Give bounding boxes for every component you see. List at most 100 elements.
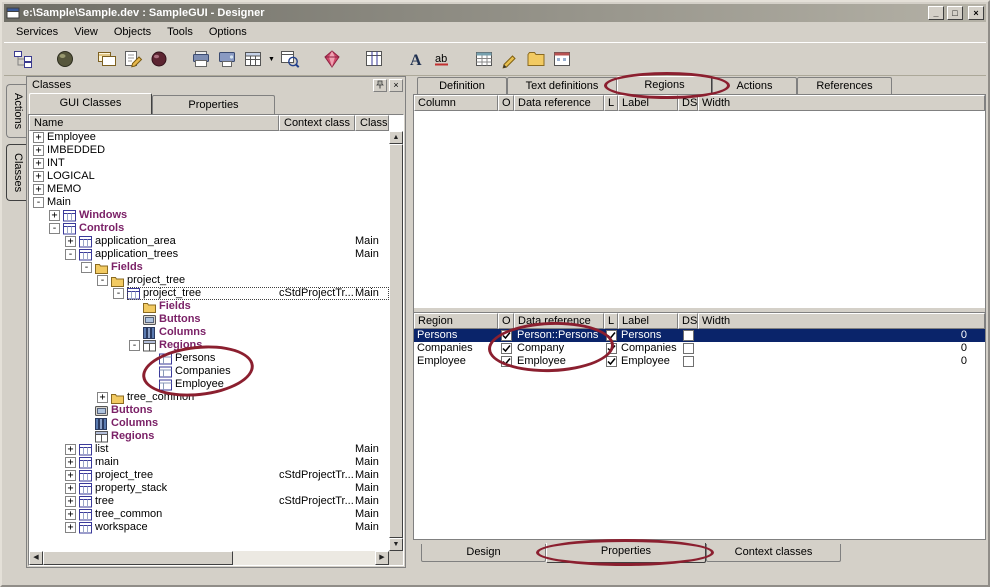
- expand-icon[interactable]: +: [65, 457, 76, 468]
- tab-gui-classes[interactable]: GUI Classes: [29, 93, 152, 114]
- column-header-data-reference[interactable]: Data reference: [514, 313, 604, 329]
- tree-item-columns[interactable]: Columns: [29, 417, 389, 430]
- column-header-data-reference[interactable]: Data reference: [514, 95, 604, 111]
- tree-item-application-trees[interactable]: -application_treesMain: [29, 248, 389, 261]
- expand-icon[interactable]: +: [33, 171, 44, 182]
- tree-item-list[interactable]: +listMain: [29, 443, 389, 456]
- tree-vertical-scrollbar[interactable]: ▲ ▼: [389, 131, 403, 551]
- horizontal-scroll-track[interactable]: [233, 551, 375, 565]
- menu-objects[interactable]: Objects: [106, 24, 159, 40]
- scroll-right-icon[interactable]: ▶: [375, 551, 389, 565]
- tree-item-memo[interactable]: +MEMO: [29, 183, 389, 196]
- tree-horizontal-scrollbar[interactable]: ◀ ▶: [29, 551, 389, 565]
- object-checkbox[interactable]: [498, 342, 514, 355]
- scroll-left-icon[interactable]: ◀: [29, 551, 43, 565]
- tree-item-buttons[interactable]: Buttons: [29, 404, 389, 417]
- folder-icon[interactable]: [523, 47, 549, 71]
- pen-icon[interactable]: [497, 47, 523, 71]
- tree-column-class[interactable]: Class: [355, 115, 389, 131]
- column-header-width[interactable]: Width: [698, 95, 985, 111]
- horizontal-scroll-thumb[interactable]: [43, 551, 233, 565]
- pin-icon[interactable]: [373, 79, 387, 92]
- close-button[interactable]: ×: [968, 6, 984, 20]
- tree-item-project-tree[interactable]: +project_treecStdProjectTr...Main: [29, 469, 389, 482]
- classes-panel-header[interactable]: Classes ×: [27, 77, 405, 93]
- expand-icon[interactable]: +: [65, 496, 76, 507]
- tree-item-main[interactable]: +mainMain: [29, 456, 389, 469]
- calendar-icon[interactable]: [549, 47, 575, 71]
- menu-options[interactable]: Options: [201, 24, 255, 40]
- tree-item-regions[interactable]: -Regions: [29, 339, 389, 352]
- tab-references[interactable]: References: [797, 77, 892, 94]
- column-header-o[interactable]: O: [498, 95, 514, 111]
- column-header-o[interactable]: O: [498, 313, 514, 329]
- collapse-icon[interactable]: -: [97, 275, 108, 286]
- index-cards-icon[interactable]: [94, 47, 120, 71]
- tree-item-int[interactable]: +INT: [29, 157, 389, 170]
- table-icon[interactable]: [471, 47, 497, 71]
- tree-item-fields[interactable]: Fields: [29, 300, 389, 313]
- ds-checkbox[interactable]: [678, 342, 698, 355]
- side-tab-classes[interactable]: Classes: [6, 144, 26, 201]
- collapse-icon[interactable]: -: [49, 223, 60, 234]
- expand-icon[interactable]: +: [65, 444, 76, 455]
- vertical-scroll-thumb[interactable]: [389, 144, 403, 538]
- ds-checkbox[interactable]: [678, 355, 698, 368]
- maximize-button[interactable]: □: [947, 6, 963, 20]
- dropdown-arrow-icon[interactable]: ▼: [266, 56, 277, 63]
- tab-regions[interactable]: Regions: [617, 76, 712, 94]
- menu-view[interactable]: View: [66, 24, 106, 40]
- tree-item-fields[interactable]: -Fields: [29, 261, 389, 274]
- column-header-ds[interactable]: DS: [678, 313, 698, 329]
- object-checkbox[interactable]: [498, 355, 514, 368]
- column-header-width[interactable]: Width: [698, 313, 985, 329]
- column-header-label[interactable]: Label: [618, 95, 678, 111]
- tab-design[interactable]: Design: [421, 544, 546, 562]
- title-bar[interactable]: e:\Sample\Sample.dev : SampleGUI - Desig…: [4, 4, 986, 22]
- tree-item-imbedded[interactable]: +IMBEDDED: [29, 144, 389, 157]
- zoom-icon[interactable]: [277, 47, 303, 71]
- expand-icon[interactable]: +: [97, 392, 108, 403]
- tree-item-logical[interactable]: +LOGICAL: [29, 170, 389, 183]
- expand-icon[interactable]: +: [33, 132, 44, 143]
- tree-item-regions[interactable]: Regions: [29, 430, 389, 443]
- region-row-companies[interactable]: CompaniesCompanyCompanies0: [414, 342, 985, 355]
- tree-item-tree-common[interactable]: +tree_common: [29, 391, 389, 404]
- label-icon[interactable]: ab: [429, 47, 455, 71]
- tree-item-project-tree[interactable]: -project_tree: [29, 274, 389, 287]
- column-header-l[interactable]: L: [604, 313, 618, 329]
- collapse-icon[interactable]: -: [113, 288, 124, 299]
- tree-item-persons[interactable]: Persons: [29, 352, 389, 365]
- tab-context-classes[interactable]: Context classes: [706, 544, 841, 562]
- label-checkbox[interactable]: [604, 355, 618, 368]
- tree-item-companies[interactable]: Companies: [29, 365, 389, 378]
- column-header-ds[interactable]: DS: [678, 95, 698, 111]
- tree-item-workspace[interactable]: +workspaceMain: [29, 521, 389, 534]
- region-table-body[interactable]: PersonsPerson::PersonsPersons0CompaniesC…: [414, 329, 985, 539]
- tree-item-application-area[interactable]: +application_areaMain: [29, 235, 389, 248]
- tree-item-property-stack[interactable]: +property_stackMain: [29, 482, 389, 495]
- tree-item-windows[interactable]: +Windows: [29, 209, 389, 222]
- tree-item-buttons[interactable]: Buttons: [29, 313, 389, 326]
- tree-column-context-class[interactable]: Context class: [279, 115, 355, 131]
- expand-icon[interactable]: +: [33, 184, 44, 195]
- printer-icon[interactable]: [188, 47, 214, 71]
- scroll-down-icon[interactable]: ▼: [389, 538, 403, 551]
- menu-services[interactable]: Services: [8, 24, 66, 40]
- class-tree[interactable]: +Employee+IMBEDDED+INT+LOGICAL+MEMO-Main…: [29, 131, 389, 551]
- collapse-icon[interactable]: -: [129, 340, 140, 351]
- object-sphere-icon[interactable]: [52, 47, 78, 71]
- panel-close-button[interactable]: ×: [389, 79, 403, 92]
- tab-actions[interactable]: Actions: [712, 77, 797, 94]
- column-table-body[interactable]: [414, 111, 985, 307]
- tree-item-controls[interactable]: -Controls: [29, 222, 389, 235]
- tree-item-project-tree[interactable]: -project_treecStdProjectTr...Main: [29, 287, 389, 300]
- tree-item-main[interactable]: -Main: [29, 196, 389, 209]
- gem-icon[interactable]: [319, 47, 345, 71]
- tree-item-tree[interactable]: +treecStdProjectTr...Main: [29, 495, 389, 508]
- expand-icon[interactable]: +: [33, 158, 44, 169]
- minimize-button[interactable]: _: [928, 6, 944, 20]
- scroll-up-icon[interactable]: ▲: [389, 131, 403, 144]
- expand-icon[interactable]: +: [49, 210, 60, 221]
- label-checkbox[interactable]: [604, 342, 618, 355]
